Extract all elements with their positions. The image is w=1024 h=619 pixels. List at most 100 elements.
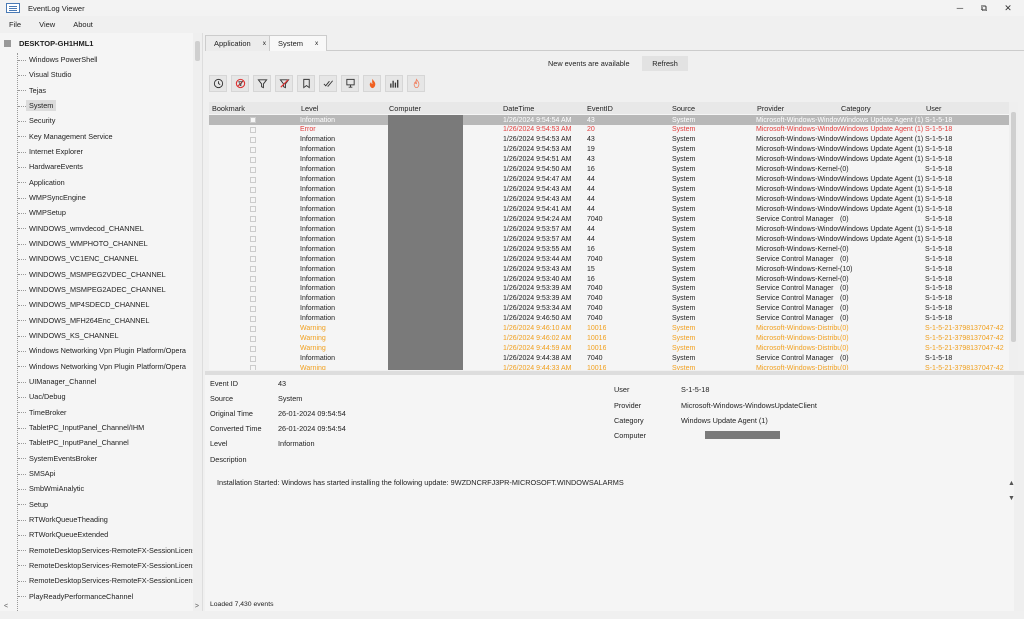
tree-item[interactable]: RemoteDesktopServices-RemoteFX-SessionLi… — [18, 573, 193, 588]
tree-item[interactable]: Internet Explorer — [18, 144, 193, 159]
table-row[interactable]: Information 1/26/2024 9:54:50 AM 16 System M… — [209, 165, 1009, 175]
table-row[interactable]: Information 1/26/2024 9:54:41 AM 44 System M… — [209, 204, 1009, 214]
tree-item[interactable]: Windows Networking Vpn Plugin Platform/O… — [18, 343, 193, 358]
description-scrollbar[interactable]: ▲ ▼ — [1007, 480, 1016, 502]
column-datetime[interactable]: DateTime — [503, 104, 534, 113]
bookmark-checkbox[interactable] — [250, 176, 256, 183]
tab-close-icon[interactable]: x — [263, 40, 266, 47]
table-row[interactable]: Warning 1/26/2024 9:44:59 AM 10016 System Mi… — [209, 344, 1009, 354]
bookmark-checkbox[interactable] — [250, 196, 256, 203]
bookmark-checkbox[interactable] — [250, 315, 256, 322]
bookmark-checkbox[interactable] — [250, 246, 256, 253]
scrollbar-thumb[interactable] — [195, 41, 200, 61]
tree-item[interactable]: SmbWmiAnalytic — [18, 481, 193, 496]
tree-item[interactable]: WINDOWS_KS_CHANNEL — [18, 328, 193, 343]
bookmark-checkbox[interactable] — [250, 136, 256, 143]
bookmark-checkbox[interactable] — [250, 236, 256, 243]
bookmark-checkbox[interactable] — [250, 166, 256, 173]
table-row[interactable]: Error 1/26/2024 9:54:53 AM 20 System Microso… — [209, 125, 1009, 135]
tree-item[interactable]: Tejas — [18, 83, 193, 98]
scroll-up-icon[interactable]: ▲ — [1008, 480, 1015, 487]
table-row[interactable]: Warning 1/26/2024 9:46:02 AM 10016 System Mi… — [209, 334, 1009, 344]
tree-item[interactable]: Windows PowerShell — [18, 52, 193, 67]
clock-icon[interactable] — [209, 75, 227, 92]
tree-item[interactable]: TabletPC_InputPanel_Channel/IHM — [18, 420, 193, 435]
tree-item[interactable]: HardwareEvents — [18, 159, 193, 174]
bookmark-checkbox[interactable] — [250, 126, 256, 133]
tree-item[interactable]: Uac/Debug — [18, 389, 193, 404]
column-computer[interactable]: Computer — [389, 104, 421, 113]
tree-item[interactable]: WMPSyncEngine — [18, 190, 193, 205]
tree-item[interactable]: Security — [18, 113, 193, 128]
table-row[interactable]: Information 1/26/2024 9:53:39 AM 7040 Syste… — [209, 284, 1009, 294]
menu-about[interactable]: About — [64, 20, 102, 29]
grid-vertical-scrollbar[interactable] — [1009, 102, 1018, 370]
table-row[interactable]: Information 1/26/2024 9:53:57 AM 44 System M… — [209, 224, 1009, 234]
table-row[interactable]: Information 1/26/2024 9:54:53 AM 43 System M… — [209, 135, 1009, 145]
bookmark-checkbox[interactable] — [250, 285, 256, 292]
scroll-down-icon[interactable]: ▼ — [1008, 495, 1015, 502]
column-level[interactable]: Level — [301, 104, 318, 113]
bookmark-checkbox[interactable] — [250, 345, 256, 352]
table-row[interactable]: Information 1/26/2024 9:44:38 AM 7040 Syste… — [209, 354, 1009, 364]
filter-icon[interactable] — [253, 75, 271, 92]
tree-root[interactable]: DESKTOP-GH1HML1 — [4, 39, 93, 48]
table-row[interactable]: Warning 1/26/2024 9:46:10 AM 10016 System Mi… — [209, 324, 1009, 334]
scroll-right-icon[interactable]: > — [195, 603, 199, 610]
table-row[interactable]: Information 1/26/2024 9:53:57 AM 44 System M… — [209, 234, 1009, 244]
table-row[interactable]: Information 1/26/2024 9:53:40 AM 16 System M… — [209, 274, 1009, 284]
table-row[interactable]: Warning 1/26/2024 9:44:33 AM 10016 System Mi… — [209, 363, 1009, 370]
menu-file[interactable]: File — [0, 20, 30, 29]
menu-view[interactable]: View — [30, 20, 64, 29]
column-provider[interactable]: Provider — [757, 104, 784, 113]
clear-filter-icon[interactable] — [275, 75, 293, 92]
chart-icon[interactable] — [385, 75, 403, 92]
bookmark-checkbox[interactable] — [250, 156, 256, 163]
tree-item[interactable]: Application — [18, 175, 193, 190]
column-category[interactable]: Category — [841, 104, 871, 113]
tree-item[interactable]: WINDOWS_WMPHOTO_CHANNEL — [18, 236, 193, 251]
bookmark-checkbox[interactable] — [250, 266, 256, 273]
tree-item[interactable]: WINDOWS_MSMPEG2VDEC_CHANNEL — [18, 267, 193, 282]
tree-item[interactable]: Windows Networking Vpn Plugin Platform/O… — [18, 359, 193, 374]
no-filter-icon[interactable] — [231, 75, 249, 92]
tree-item[interactable]: RemoteDesktopServices-RemoteFX-SessionLi… — [18, 558, 193, 573]
close-button[interactable]: ✕ — [996, 0, 1020, 16]
table-row[interactable]: Information 1/26/2024 9:53:34 AM 7040 Syste… — [209, 304, 1009, 314]
tab-application[interactable]: Application x — [205, 35, 275, 51]
tree-item[interactable]: TabletPC_InputPanel_Channel — [18, 435, 193, 450]
bookmark-checkbox[interactable] — [250, 276, 256, 282]
tab-close-icon[interactable]: x — [315, 40, 318, 47]
table-row[interactable]: Information 1/26/2024 9:54:43 AM 44 System M… — [209, 195, 1009, 205]
bookmark-checkbox[interactable] — [250, 295, 256, 302]
collapse-icon[interactable] — [4, 40, 11, 47]
tree-item[interactable]: TimeBroker — [18, 405, 193, 420]
bookmark-checkbox[interactable] — [250, 226, 256, 233]
bookmark-checkbox[interactable] — [250, 146, 256, 153]
bookmark-checkbox[interactable] — [250, 355, 256, 362]
tree-item[interactable]: WINDOWS_VC1ENC_CHANNEL — [18, 251, 193, 266]
bookmark-checkbox[interactable] — [250, 256, 256, 263]
table-row[interactable]: Information 1/26/2024 9:54:53 AM 19 System M… — [209, 145, 1009, 155]
bookmark-checkbox[interactable] — [250, 365, 256, 370]
table-row[interactable]: Information 1/26/2024 9:54:54 AM 43 System M… — [209, 115, 1009, 125]
tree-horizontal-scrollbar[interactable]: < > — [0, 602, 203, 611]
tree-item[interactable]: RTWorkQueueExtended — [18, 527, 193, 542]
tree-item[interactable]: Visual Studio — [18, 67, 193, 82]
minimize-button[interactable]: ─ — [948, 0, 972, 16]
tree-item[interactable]: RemoteDesktopServices-RemoteFX-SessionLi… — [18, 543, 193, 558]
fire-icon[interactable] — [363, 75, 381, 92]
monitor-icon[interactable] — [341, 75, 359, 92]
tree-item[interactable]: SystemEventsBroker — [18, 451, 193, 466]
tree-item[interactable]: WINDOWS_MP4SDECD_CHANNEL — [18, 297, 193, 312]
refresh-button[interactable]: Refresh — [642, 56, 688, 71]
table-row[interactable]: Information 1/26/2024 9:54:43 AM 44 System M… — [209, 185, 1009, 195]
restore-button[interactable]: ⧉ — [972, 0, 996, 16]
table-row[interactable]: Information 1/26/2024 9:54:51 AM 43 System M… — [209, 155, 1009, 165]
table-row[interactable]: Information 1/26/2024 9:54:24 AM 7040 Syste… — [209, 214, 1009, 224]
bookmark-checkbox[interactable] — [250, 186, 256, 193]
scrollbar-thumb[interactable] — [1011, 112, 1016, 342]
table-row[interactable]: Information 1/26/2024 9:54:47 AM 44 System M… — [209, 175, 1009, 185]
tree-vertical-scrollbar[interactable] — [193, 33, 202, 611]
scroll-left-icon[interactable]: < — [4, 603, 8, 610]
